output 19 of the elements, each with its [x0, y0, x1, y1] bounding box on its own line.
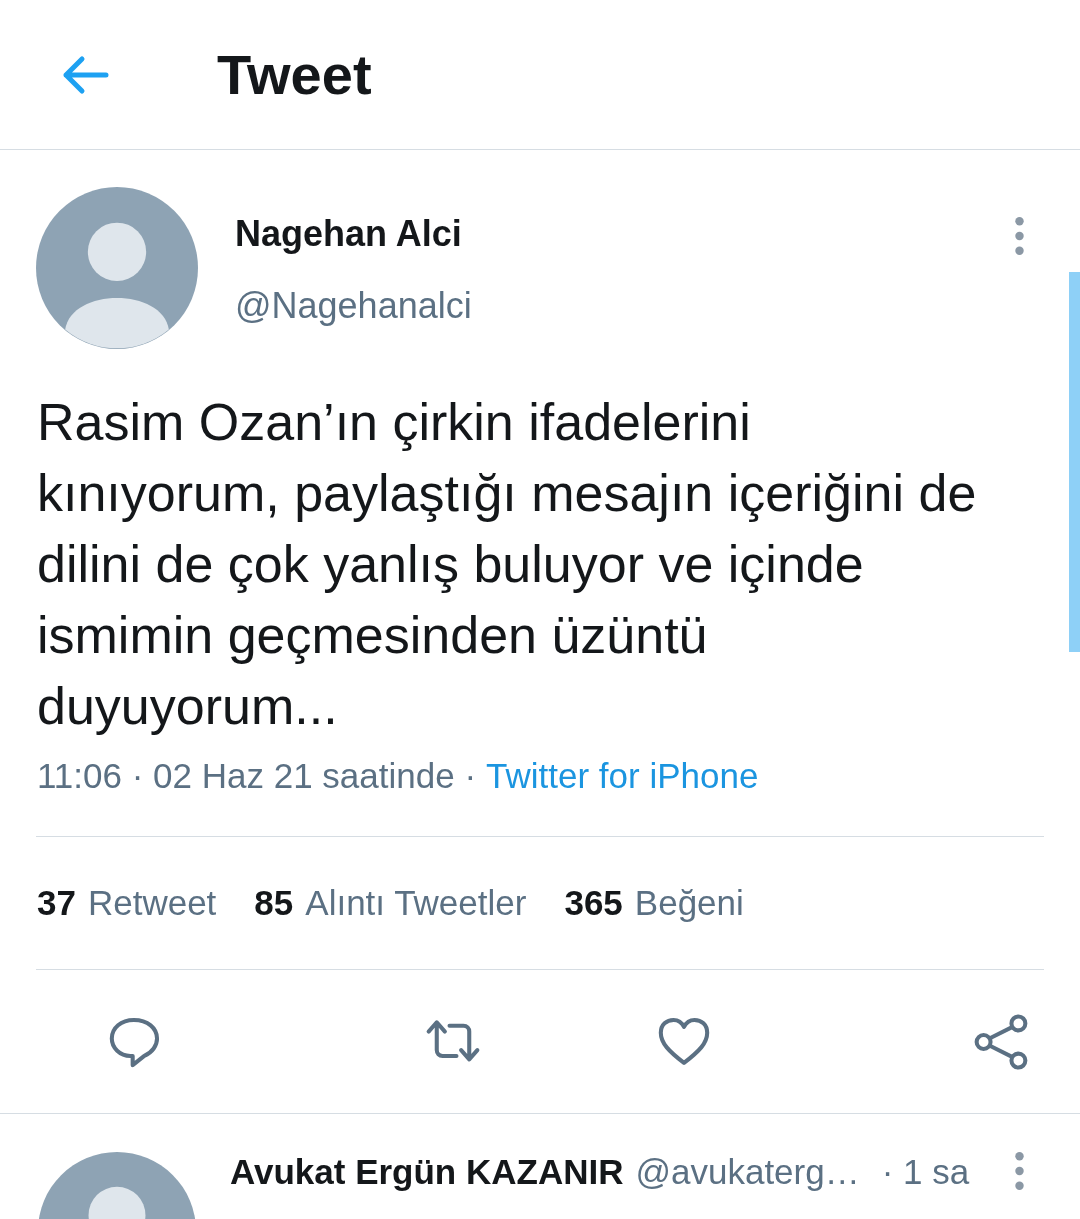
stat-label[interactable]: Alıntı Tweetler: [305, 883, 527, 922]
page-title: Tweet: [217, 42, 372, 107]
reply-author-name[interactable]: Avukat Ergün KAZANIR: [230, 1152, 624, 1191]
tweet-timestamp: 11:06 · 02 Haz 21 saatinde ·: [37, 756, 477, 795]
stat-label[interactable]: Retweet: [87, 883, 217, 922]
more-options-icon[interactable]: [1015, 217, 1024, 255]
stat-count[interactable]: 365: [564, 883, 623, 922]
stat-count[interactable]: 85: [254, 883, 294, 922]
stat-label[interactable]: Beğeni: [634, 883, 744, 922]
author-name[interactable]: Nagehan Alci: [235, 213, 1015, 255]
stat-count[interactable]: 37: [37, 883, 76, 922]
reply-time: · 1 sa: [881, 1152, 970, 1191]
source-link[interactable]: Twitter for iPhone: [486, 756, 759, 795]
author-handle[interactable]: @Nagehanalci: [235, 285, 1015, 327]
tweet-text: Rasim Ozan’ın çirkin ifadelerini kınıyorum, paylaştığı mesajın içeriğini de dilini de çok yanlış buluyor ve içinde ismimin geçmesinden üzüntü duyuyorum...: [36, 392, 978, 737]
share-icon[interactable]: [972, 1012, 1030, 1071]
scrollbar[interactable]: [1069, 272, 1080, 652]
more-options-icon[interactable]: [1015, 1152, 1024, 1190]
reply-author-handle[interactable]: @avukaterg…: [635, 1152, 860, 1191]
